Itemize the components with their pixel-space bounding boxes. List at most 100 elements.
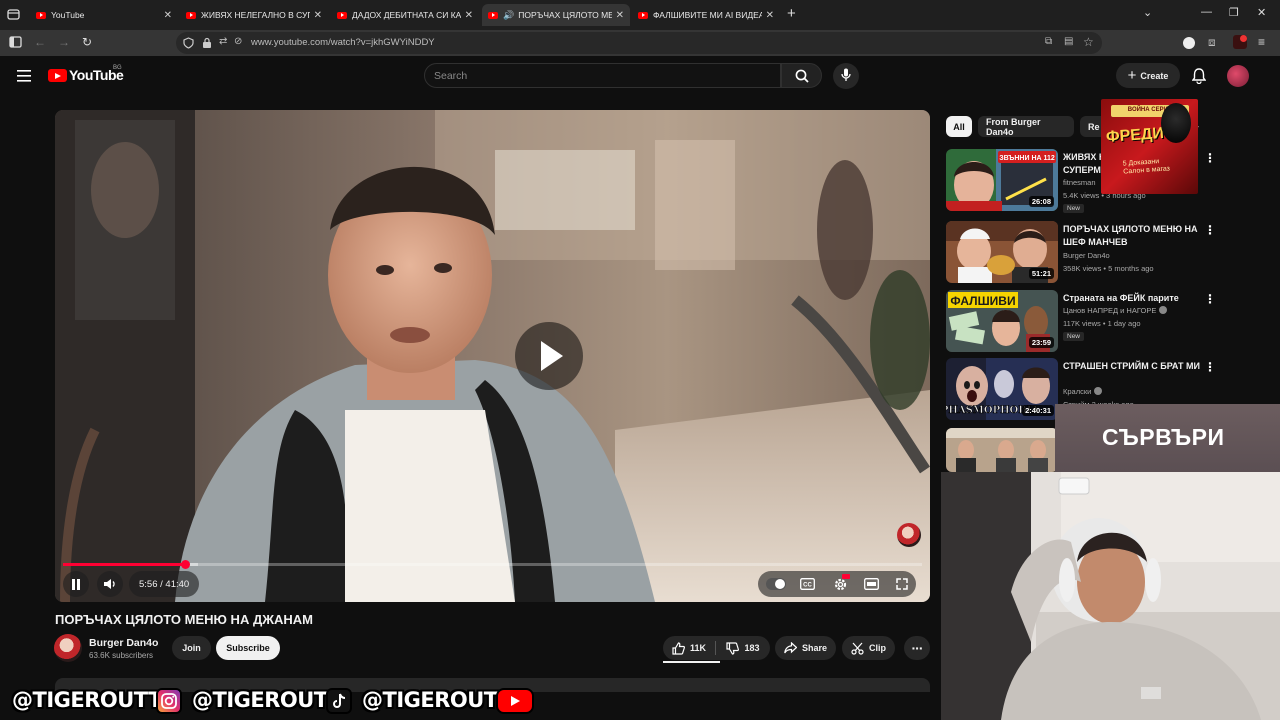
progress-bar[interactable] [63, 560, 922, 569]
rec-channel[interactable]: Burger Dan4o [1063, 251, 1110, 260]
more-vert-icon[interactable]: ⋮ [1204, 292, 1216, 306]
rec-thumbnail[interactable]: PHASMOPHOBIA 2:40:31 [946, 358, 1058, 420]
shield-icon[interactable] [183, 37, 194, 49]
subtitles-icon[interactable]: CC [800, 578, 815, 590]
like-underline [663, 661, 720, 663]
scissors-icon [851, 642, 864, 655]
audio-playing-icon[interactable]: 🔊 [503, 10, 514, 21]
tab-title: YouTube [51, 10, 85, 20]
clip-button[interactable]: Clip [842, 636, 895, 660]
bell-icon[interactable] [1192, 68, 1206, 84]
create-button[interactable]: + Create [1116, 63, 1180, 88]
tracking-icon[interactable]: ⊘ [234, 36, 242, 47]
maximize-icon[interactable]: ❐ [1229, 6, 1239, 19]
menu-icon[interactable] [17, 70, 31, 82]
site-settings-icon[interactable]: ⇄ [219, 36, 227, 47]
extensions-icon[interactable]: ⧈ [1208, 35, 1216, 50]
help-icon[interactable] [1183, 37, 1195, 49]
close-tab-icon[interactable]: ✕ [314, 10, 322, 21]
tab-list-chevron-icon[interactable]: ⌄ [1143, 6, 1152, 19]
channel-watermark[interactable] [897, 523, 921, 547]
rec-channel[interactable]: Цанов НАПРЕД и НАГОРЕ [1063, 306, 1168, 315]
rec-channel[interactable]: Кралски [1063, 387, 1103, 396]
close-tab-icon[interactable]: ✕ [465, 10, 473, 21]
new-tab-button[interactable]: + [787, 5, 796, 22]
close-tab-icon[interactable]: ✕ [766, 10, 774, 21]
join-button[interactable]: Join [172, 636, 211, 660]
rec-thumbnail[interactable] [946, 428, 1058, 472]
share-button[interactable]: Share [775, 636, 836, 660]
rec-title[interactable]: ПОРЪЧАХ ЦЯЛОТО МЕНЮ НА ШЕФ МАНЧЕВ [1063, 223, 1203, 248]
rec-channel[interactable]: fitnesman [1063, 178, 1096, 187]
youtube-icon [496, 688, 534, 714]
browser-tab-2[interactable]: ЖИВЯХ НЕЛЕГАЛНО В СУПЕРМАРКЕТ ✕ [180, 4, 328, 26]
lock-icon[interactable] [202, 37, 212, 49]
tab-title: ФАЛШИВИТЕ МИ AI ВИДЕА З... [653, 10, 762, 20]
rec-thumbnail[interactable]: ФАЛШИВИ 23:59 [946, 290, 1058, 352]
user-avatar[interactable] [1227, 65, 1249, 87]
pause-button[interactable] [63, 571, 89, 597]
close-tab-icon[interactable]: ✕ [164, 10, 172, 21]
rec-thumbnail[interactable]: ЗВЪННИ НА 112 26:08 [946, 149, 1058, 211]
new-badge: New [1063, 204, 1085, 213]
search-button[interactable] [781, 63, 822, 88]
chip-from-channel[interactable]: From Burger Dan4o [978, 116, 1074, 137]
duration-badge: 51:21 [1028, 268, 1054, 279]
volume-button[interactable] [97, 571, 123, 597]
scrubber-handle[interactable] [180, 560, 190, 569]
subscribe-button[interactable]: Subscribe [216, 636, 280, 660]
more-icon: ··· [911, 640, 924, 656]
theater-mode-icon[interactable] [864, 578, 879, 590]
youtube-logo-icon[interactable] [48, 69, 67, 82]
browser-tab-5[interactable]: ФАЛШИВИТЕ МИ AI ВИДЕА З... ✕ [632, 4, 780, 26]
more-vert-icon[interactable]: ⋮ [1204, 151, 1216, 165]
more-vert-icon[interactable]: ⋮ [1204, 223, 1216, 237]
channel-avatar[interactable] [54, 634, 82, 662]
like-icon [672, 641, 685, 655]
bookmark-star-icon[interactable]: ☆ [1083, 35, 1094, 49]
voice-search-button[interactable] [833, 63, 859, 89]
settings-gear-icon[interactable] [833, 577, 848, 592]
browser-tab-active[interactable]: 🔊 ПОРЪЧАХ ЦЯЛОТО МЕНЮ НА ДЖАНАМ ✕ [482, 4, 630, 26]
search-icon [795, 69, 809, 83]
recommendation-item[interactable]: ФАЛШИВИ 23:59 Страната на ФЕЙК парите Ца… [946, 290, 1266, 352]
minimize-icon[interactable]: — [1201, 6, 1212, 18]
dislike-button[interactable]: 183 [716, 636, 770, 660]
rec-title[interactable]: СТРАШЕН СТРИЙМ С БРАТ МИ [1063, 360, 1203, 373]
big-play-button[interactable] [515, 322, 583, 390]
video-player[interactable]: 5:56 / 41:40 CC [55, 110, 930, 602]
channel-name[interactable]: Burger Dan4o [89, 637, 158, 649]
youtube-favicon-icon [186, 11, 196, 19]
search-input[interactable]: Search [424, 63, 781, 88]
rec-title[interactable]: Страната на ФЕЙК парите [1063, 292, 1203, 305]
reload-icon[interactable]: ↻ [82, 35, 92, 49]
reader-view-icon[interactable]: ▤ [1064, 36, 1073, 47]
promo-subtitle: 5 Доказани Салон в магаз [1122, 158, 1171, 176]
browser-menu-icon[interactable]: ≡ [1258, 35, 1265, 49]
browser-tab-youtube[interactable]: YouTube ✕ [30, 4, 178, 26]
extension-badge-icon[interactable] [1233, 35, 1247, 49]
duration-badge: 23:59 [1028, 337, 1054, 348]
tab-actions-icon[interactable] [7, 8, 20, 21]
social-handles-bar: @TIGEROUTT @TIGEROUT @TIGEROUT [0, 682, 940, 720]
like-button[interactable]: 11K [663, 636, 715, 660]
fullscreen-icon[interactable] [896, 578, 908, 590]
youtube-favicon-icon [638, 11, 648, 19]
chip-label: From Burger Dan4o [986, 116, 1041, 137]
browser-tab-3[interactable]: ДАДОХ ДЕБИТНАТА СИ КАРТА ✕ [331, 4, 479, 26]
recommendation-item[interactable]: 51:21 ПОРЪЧАХ ЦЯЛОТО МЕНЮ НА ШЕФ МАНЧЕВ … [946, 221, 1266, 283]
tab-title: ЖИВЯХ НЕЛЕГАЛНО В СУПЕРМАРКЕТ [201, 10, 310, 20]
promo-character [1161, 103, 1191, 143]
picture-in-picture-icon[interactable]: ⧉ [1045, 36, 1052, 47]
url-text[interactable]: www.youtube.com/watch?v=jkhGWYiNDDY [251, 37, 435, 48]
close-window-icon[interactable]: ✕ [1257, 6, 1266, 19]
more-actions-button[interactable]: ··· [904, 636, 930, 660]
back-icon[interactable]: ← [34, 35, 46, 49]
rec-thumbnail[interactable]: 51:21 [946, 221, 1058, 283]
chip-all[interactable]: All [946, 116, 972, 137]
autoplay-toggle[interactable] [766, 578, 786, 590]
sidebar-toggle-icon[interactable] [9, 36, 23, 49]
more-vert-icon[interactable]: ⋮ [1204, 360, 1216, 374]
forward-icon[interactable]: → [58, 35, 70, 49]
close-tab-icon[interactable]: ✕ [616, 10, 624, 21]
